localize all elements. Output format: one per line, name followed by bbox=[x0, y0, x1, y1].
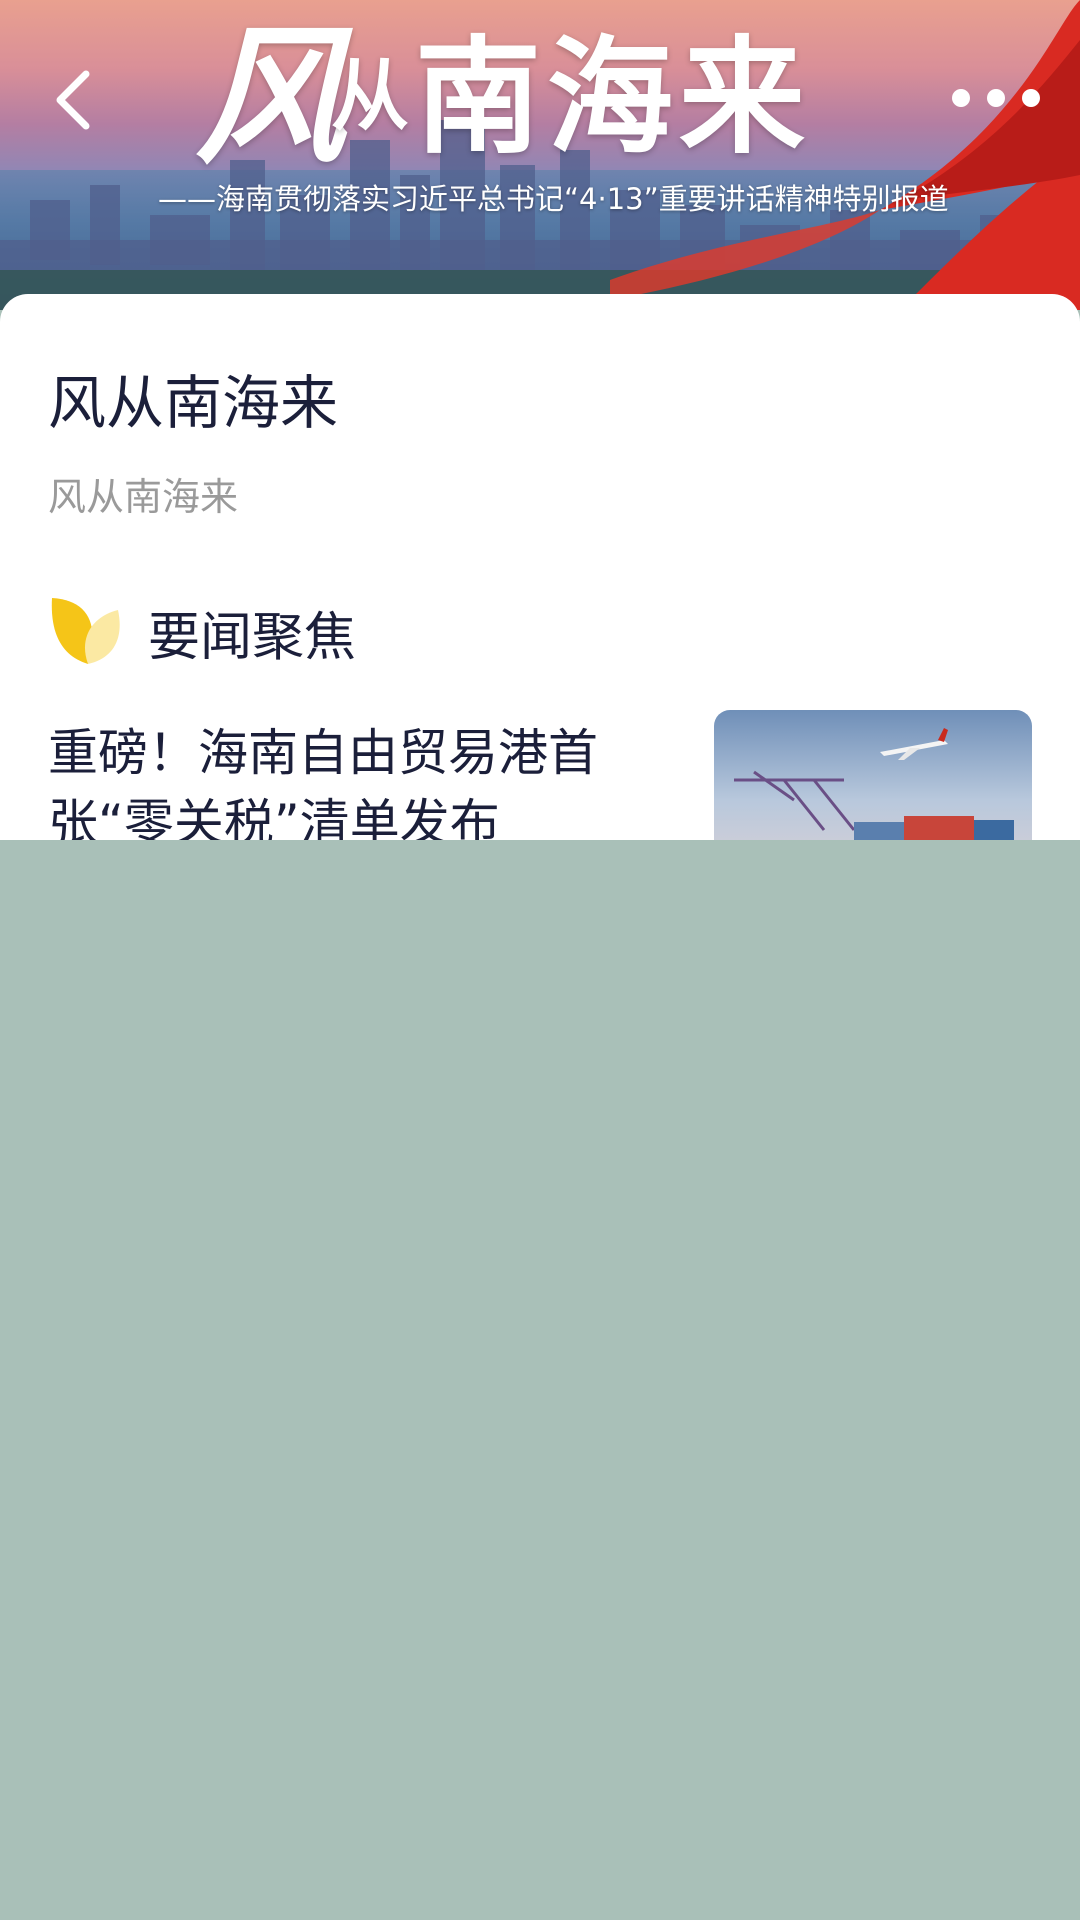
back-button[interactable] bbox=[42, 60, 102, 140]
banner-title-part2: 从 bbox=[331, 51, 416, 142]
banner-subtitle: ——海南贯彻落实习近平总书记“4·13”重要讲话精神特别报道 bbox=[158, 182, 949, 216]
banner-calligraphy-title: 风从南海来 bbox=[195, 22, 811, 172]
more-dots-icon bbox=[1022, 89, 1040, 107]
content-card: 风从南海来 风从南海来 要闻聚焦 重磅！海南自由贸易港首张“零关税”清单发布 bbox=[0, 294, 1080, 840]
news-thumbnail-image bbox=[734, 728, 1014, 840]
banner-title-part1: 风 bbox=[195, 9, 352, 185]
chevron-left-icon bbox=[56, 70, 90, 130]
more-dots-icon bbox=[987, 89, 1005, 107]
banner-title-part3: 南海来 bbox=[415, 23, 812, 171]
section-title: 要闻聚焦 bbox=[148, 607, 357, 668]
section-header: 要闻聚焦 bbox=[48, 594, 356, 670]
page-title: 风从南海来 bbox=[48, 369, 339, 437]
page-subtitle: 风从南海来 bbox=[48, 475, 239, 519]
more-dots-icon bbox=[952, 89, 970, 107]
news-title: 重磅！海南自由贸易港首张“零关税”清单发布 bbox=[48, 724, 598, 840]
news-thumbnail bbox=[714, 710, 1032, 840]
more-button[interactable] bbox=[952, 70, 1040, 126]
header-banner: 风从南海来 ——海南贯彻落实习近平总书记“4·13”重要讲话精神特别报道 bbox=[0, 0, 1080, 310]
leaf-icon bbox=[51, 598, 120, 664]
news-list-item[interactable]: 重磅！海南自由贸易港首张“零关税”清单发布 bbox=[0, 710, 1080, 840]
